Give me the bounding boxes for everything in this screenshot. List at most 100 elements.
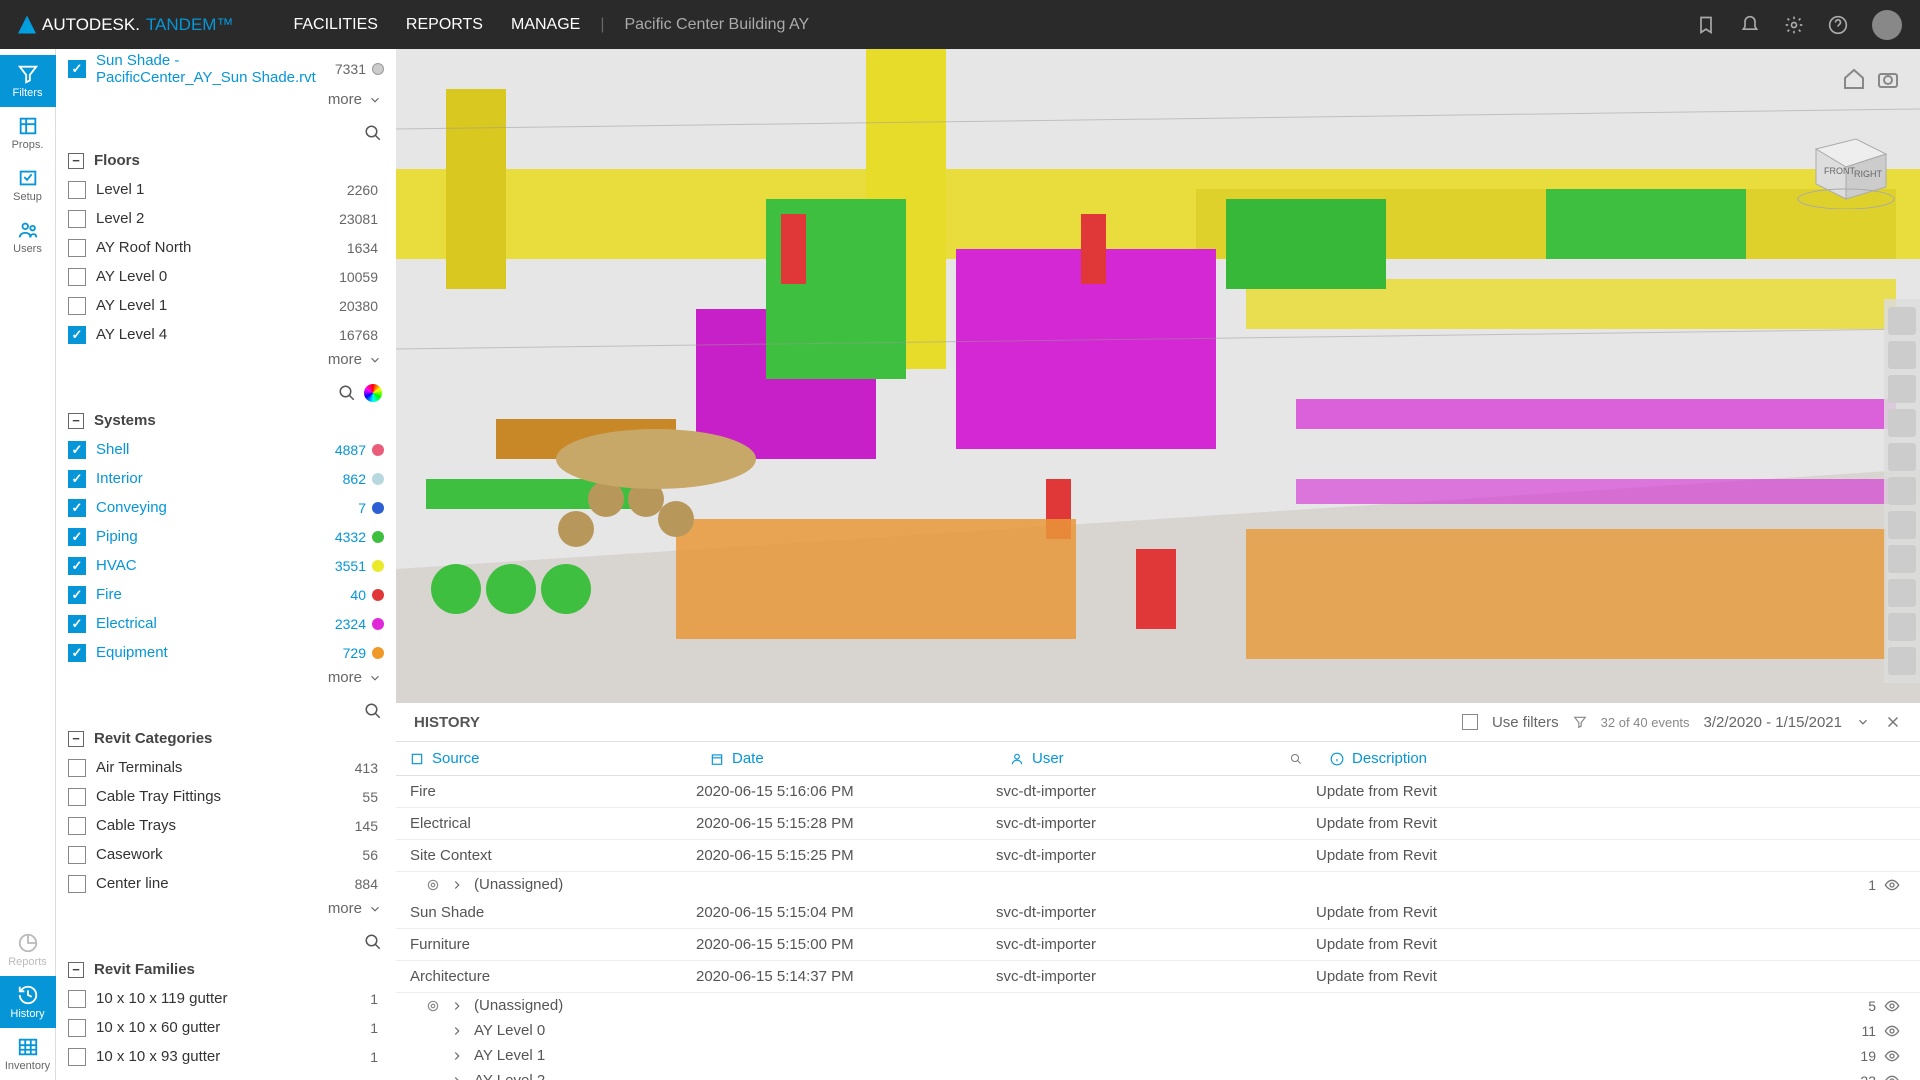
- history-row[interactable]: Fire 2020-06-15 5:16:06 PM svc-dt-import…: [396, 776, 1920, 808]
- bell-icon[interactable]: [1740, 15, 1760, 35]
- search-icon[interactable]: [364, 702, 382, 720]
- bookmark-icon[interactable]: [1696, 15, 1716, 35]
- col-date[interactable]: Date: [696, 742, 996, 775]
- tool-4[interactable]: [1888, 409, 1916, 437]
- checkbox[interactable]: [68, 297, 86, 315]
- col-description[interactable]: Description: [1316, 742, 1920, 775]
- filter-row[interactable]: Fire40: [56, 580, 396, 609]
- history-row[interactable]: Site Context 2020-06-15 5:15:25 PM svc-d…: [396, 840, 1920, 872]
- filter-row[interactable]: Interior862: [56, 464, 396, 493]
- help-icon[interactable]: [1828, 15, 1848, 35]
- search-icon[interactable]: [338, 384, 356, 402]
- checkbox[interactable]: [68, 759, 86, 777]
- history-row[interactable]: Electrical 2020-06-15 5:15:28 PM svc-dt-…: [396, 808, 1920, 840]
- checkbox[interactable]: [68, 326, 86, 344]
- nav-users[interactable]: Users: [0, 211, 56, 263]
- chevron-right-icon[interactable]: [450, 1074, 464, 1080]
- filter-row[interactable]: Piping4332: [56, 522, 396, 551]
- history-sub-row[interactable]: AY Level 0 11: [396, 1018, 1920, 1043]
- filter-row[interactable]: Equipment729: [56, 638, 396, 667]
- checkbox[interactable]: [68, 644, 86, 662]
- filter-row[interactable]: AY Roof North1634: [56, 233, 396, 262]
- checkbox[interactable]: [68, 586, 86, 604]
- filter-row[interactable]: Conveying7: [56, 493, 396, 522]
- nav-setup[interactable]: Setup: [0, 159, 56, 211]
- close-icon[interactable]: [1884, 713, 1902, 731]
- history-row[interactable]: Sun Shade 2020-06-15 5:15:04 PM svc-dt-i…: [396, 897, 1920, 929]
- nav-filters[interactable]: Filters: [0, 55, 56, 107]
- checkbox[interactable]: [68, 557, 86, 575]
- nav-reports[interactable]: REPORTS: [406, 16, 483, 34]
- collapse-icon[interactable]: −: [68, 731, 84, 747]
- nav-props[interactable]: Props.: [0, 107, 56, 159]
- history-sub-row[interactable]: AY Level 1 19: [396, 1043, 1920, 1068]
- checkbox[interactable]: [68, 1019, 86, 1037]
- filter-row[interactable]: 10 x 10 x 93 gutter1: [56, 1042, 396, 1071]
- filter-row[interactable]: Casework56: [56, 840, 396, 869]
- eye-icon[interactable]: [1884, 998, 1900, 1014]
- col-source[interactable]: Source: [396, 742, 696, 775]
- filter-row[interactable]: Cable Trays145: [56, 811, 396, 840]
- eye-icon[interactable]: [1884, 1023, 1900, 1039]
- history-sub-row[interactable]: (Unassigned) 5: [396, 993, 1920, 1018]
- filter-row[interactable]: 10 x 10 x 60 gutter1: [56, 1013, 396, 1042]
- camera-icon[interactable]: [1876, 67, 1900, 91]
- checkbox[interactable]: [68, 181, 86, 199]
- checkbox[interactable]: [68, 499, 86, 517]
- checkbox[interactable]: [68, 268, 86, 286]
- checkbox[interactable]: [68, 210, 86, 228]
- more-models[interactable]: more: [56, 89, 396, 116]
- nav-reports-side[interactable]: Reports: [0, 924, 56, 976]
- user-avatar[interactable]: [1872, 10, 1902, 40]
- more-revitcat[interactable]: more: [56, 898, 396, 925]
- home-icon[interactable]: [1842, 67, 1866, 91]
- checkbox[interactable]: [68, 239, 86, 257]
- filter-row[interactable]: Electrical2324: [56, 609, 396, 638]
- tool-2[interactable]: [1888, 341, 1916, 369]
- filter-row[interactable]: Cable Tray Fittings55: [56, 782, 396, 811]
- filter-row[interactable]: AY Level 416768: [56, 320, 396, 349]
- color-palette-icon[interactable]: [364, 384, 382, 402]
- tool-7[interactable]: [1888, 511, 1916, 539]
- collapse-icon[interactable]: −: [68, 153, 84, 169]
- chevron-right-icon[interactable]: [450, 999, 464, 1013]
- filter-row[interactable]: AY Level 120380: [56, 291, 396, 320]
- checkbox[interactable]: [68, 875, 86, 893]
- tool-11[interactable]: [1888, 647, 1916, 675]
- more-systems[interactable]: more: [56, 667, 396, 694]
- 3d-viewer[interactable]: FRONT RIGHT: [396, 49, 1920, 703]
- collapse-icon[interactable]: −: [68, 413, 84, 429]
- checkbox[interactable]: [68, 788, 86, 806]
- filter-row[interactable]: Center line884: [56, 869, 396, 898]
- target-icon[interactable]: [426, 878, 440, 892]
- eye-icon[interactable]: [1884, 1048, 1900, 1064]
- use-filters-checkbox[interactable]: [1462, 714, 1478, 730]
- checkbox[interactable]: [68, 60, 86, 78]
- filter-row[interactable]: HVAC3551: [56, 551, 396, 580]
- tool-1[interactable]: [1888, 307, 1916, 335]
- checkbox[interactable]: [68, 615, 86, 633]
- tool-3[interactable]: [1888, 375, 1916, 403]
- filter-row[interactable]: Level 12260: [56, 175, 396, 204]
- checkbox[interactable]: [68, 846, 86, 864]
- filter-row[interactable]: Level 223081: [56, 204, 396, 233]
- nav-facilities[interactable]: FACILITIES: [293, 16, 377, 34]
- filter-row[interactable]: AY Level 010059: [56, 262, 396, 291]
- col-search[interactable]: [1276, 742, 1316, 775]
- chevron-right-icon[interactable]: [450, 1024, 464, 1038]
- checkbox[interactable]: [68, 470, 86, 488]
- eye-icon[interactable]: [1884, 1073, 1900, 1080]
- tool-8[interactable]: [1888, 545, 1916, 573]
- history-sub-row[interactable]: (Unassigned) 1: [396, 872, 1920, 897]
- more-floors[interactable]: more: [56, 349, 396, 376]
- nav-manage[interactable]: MANAGE: [511, 16, 580, 34]
- search-icon[interactable]: [364, 124, 382, 142]
- history-sub-row[interactable]: AY Level 2 23: [396, 1068, 1920, 1080]
- search-icon[interactable]: [364, 933, 382, 951]
- nav-inventory[interactable]: Inventory: [0, 1028, 56, 1080]
- chevron-right-icon[interactable]: [450, 878, 464, 892]
- viewcube[interactable]: FRONT RIGHT: [1796, 119, 1896, 209]
- tool-9[interactable]: [1888, 579, 1916, 607]
- collapse-icon[interactable]: −: [68, 962, 84, 978]
- col-user[interactable]: User: [996, 742, 1276, 775]
